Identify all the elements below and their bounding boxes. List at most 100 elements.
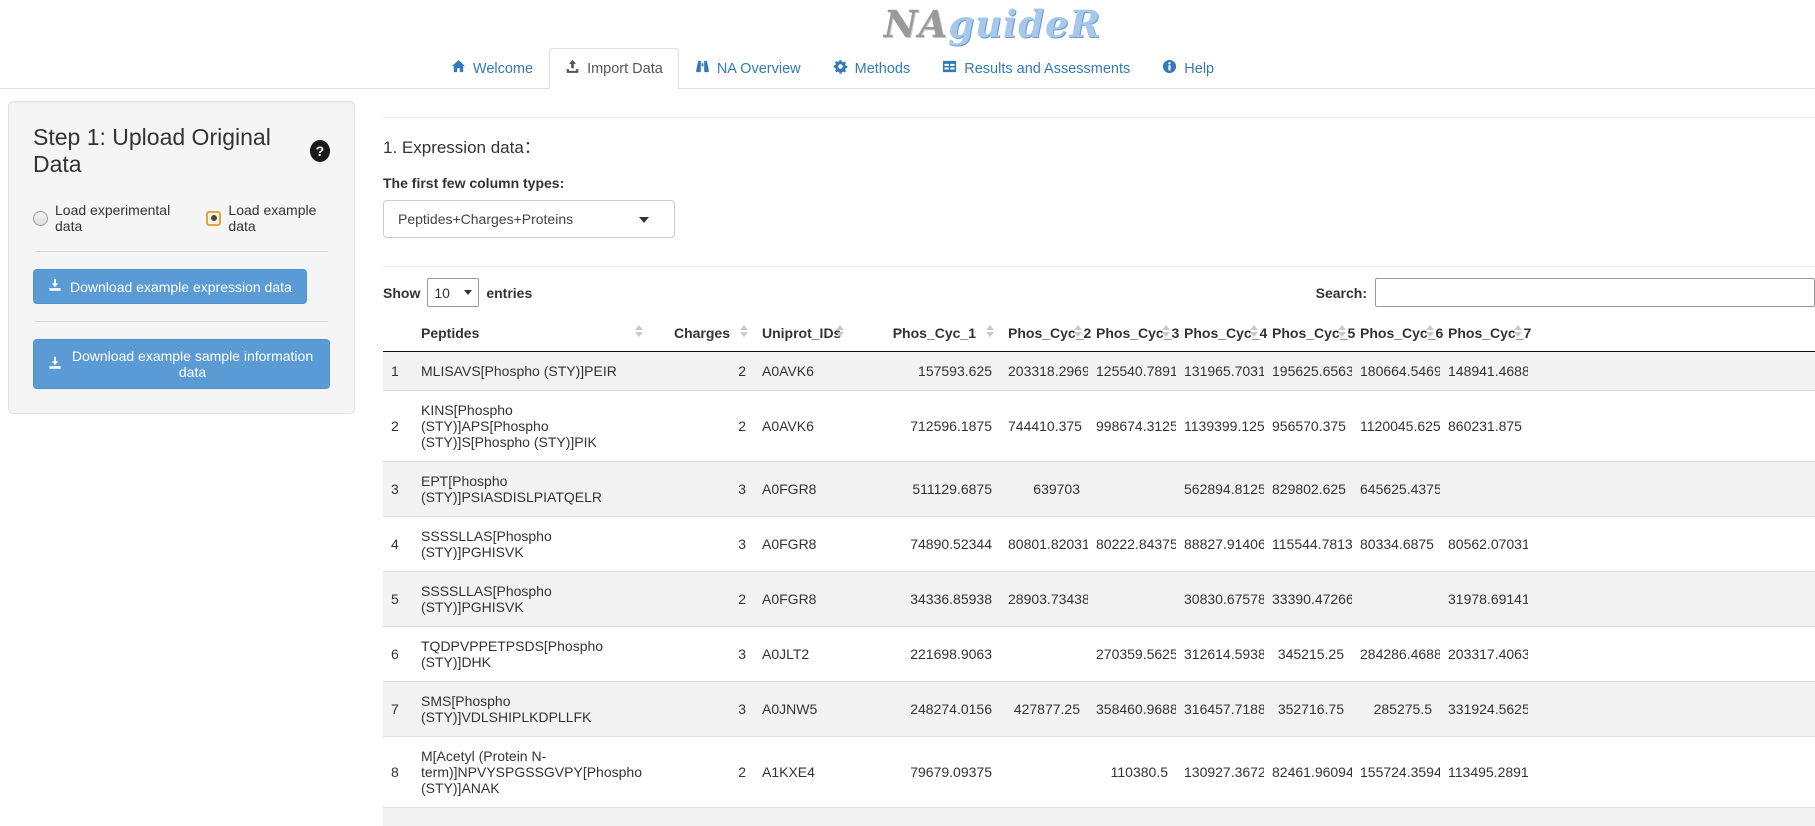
value-cell: 80334.6875 (1352, 517, 1440, 572)
value-cell: 195625.6563 (1264, 352, 1352, 391)
sort-arrows-icon[interactable] (635, 325, 643, 337)
column-header-charges[interactable]: Charges (649, 315, 754, 352)
table-header-row: PeptidesChargesUniprot_IDs Phos_Cyc_1 Phos… (383, 315, 1815, 352)
row-number-cell: 7 (383, 682, 413, 737)
value-cell (1088, 572, 1176, 627)
value-cell: 712596.1875 (850, 391, 1000, 462)
sidebar-divider (35, 321, 328, 322)
value-cell: 110380.5 (1088, 737, 1176, 808)
tab-na-overview[interactable]: NA Overview (679, 48, 817, 89)
tab-methods[interactable]: Methods (817, 48, 927, 89)
upload-icon (565, 59, 580, 78)
uniprot-cell: A0AVK6 (754, 352, 850, 391)
search-input[interactable] (1375, 278, 1815, 307)
column-header-label: Phos_Cyc_1 (893, 325, 976, 341)
radio-selected-icon[interactable] (206, 211, 221, 226)
sort-arrows-icon[interactable] (1162, 325, 1170, 337)
filler-cell (1528, 517, 1815, 572)
value-cell: 562894.8125 (1176, 462, 1264, 517)
sort-arrows-icon[interactable] (1514, 325, 1522, 337)
app-logo: NAguideR (884, 2, 1102, 46)
tab-label: Import Data (587, 61, 663, 77)
row-number-cell: 1 (383, 352, 413, 391)
peptide-cell: EPT[Phospho (STY)]PSIASDISLPIATQELR (413, 462, 649, 517)
tab-results-and-assessments[interactable]: Results and Assessments (926, 48, 1146, 89)
sort-arrows-icon[interactable] (740, 325, 748, 337)
column-header-phos_cyc_6[interactable]: Phos_Cyc_6 (1352, 315, 1440, 352)
radio-unselected-icon[interactable] (33, 211, 48, 226)
column-header-uniprot_ids[interactable]: Uniprot_IDs (754, 315, 850, 352)
uniprot-cell: A1KXE4 (754, 737, 850, 808)
value-cell: 998674.3125 (1088, 391, 1176, 462)
home-icon (451, 59, 466, 78)
radio-load-example-data[interactable]: Load example data (206, 202, 330, 234)
tab-label: Welcome (473, 61, 533, 77)
sort-arrows-icon[interactable] (986, 325, 994, 337)
sort-arrows-icon[interactable] (1426, 325, 1434, 337)
column-types-selected-value: Peptides+Charges+Proteins (398, 211, 573, 227)
sort-arrows-icon[interactable] (1338, 325, 1346, 337)
uniprot-cell: A0AVK6 (754, 391, 850, 462)
table-row[interactable]: 1MLISAVS[Phospho (STY)]PEIR2A0AVK6157593… (383, 352, 1815, 391)
tab-welcome[interactable]: Welcome (435, 48, 549, 89)
value-cell: 645625.4375 (1352, 462, 1440, 517)
charge-cell: 2 (649, 737, 754, 808)
tab-label: Help (1184, 61, 1214, 77)
value-cell: 427877.25 (1000, 682, 1088, 737)
page-content: Step 1: Upload Original Data ? Load expe… (0, 89, 1815, 826)
table-row[interactable]: 7SMS[Phospho (STY)]VDLSHIPLKDPLLFK3A0JNW… (383, 682, 1815, 737)
sort-arrows-icon[interactable] (836, 325, 844, 337)
table-row[interactable]: 4SSSSLLAS[Phospho (STY)]PGHISVK3A0FGR874… (383, 517, 1815, 572)
table-row[interactable]: 5SSSSLLAS[Phospho (STY)]PGHISVK2A0FGR834… (383, 572, 1815, 627)
column-types-select[interactable]: Peptides+Charges+Proteins (383, 200, 675, 238)
charge-cell: 3 (649, 462, 754, 517)
value-cell: 79679.09375 (850, 737, 1000, 808)
row-number-cell: 2 (383, 391, 413, 462)
value-cell: 157593.625 (850, 352, 1000, 391)
partial-row-cell (383, 808, 1815, 826)
table-row[interactable]: 6TQDPVPPETPSDS[Phospho (STY)]DHK3A0JLT22… (383, 627, 1815, 682)
value-cell: 28903.73438 (1000, 572, 1088, 627)
column-header-phos_cyc_2[interactable]: Phos_Cyc_2 (1000, 315, 1088, 352)
question-circle-icon[interactable]: ? (310, 140, 330, 162)
download-sample-info-button[interactable]: Download example sample information data (33, 339, 330, 389)
value-cell: 125540.7891 (1088, 352, 1176, 391)
sort-arrows-icon[interactable] (1250, 325, 1258, 337)
value-cell: 74890.52344 (850, 517, 1000, 572)
uniprot-cell: A0FGR8 (754, 572, 850, 627)
column-header-phos_cyc_5[interactable]: Phos_Cyc_5 (1264, 315, 1352, 352)
tab-import-data[interactable]: Import Data (549, 48, 679, 89)
column-header-phos_cyc_7[interactable]: Phos_Cyc_7 (1440, 315, 1528, 352)
sort-arrows-icon[interactable] (1074, 325, 1082, 337)
filler-cell (1528, 391, 1815, 462)
table-row[interactable]: 2KINS[Phospho (STY)]APS[Phospho (STY)]S[… (383, 391, 1815, 462)
radio-load-experimental-data[interactable]: Load experimental data (33, 202, 180, 234)
import-data-main: 1. Expression data： The first few column… (383, 89, 1815, 826)
entries-select[interactable]: 10 (427, 278, 479, 307)
column-header-phos_cyc_4[interactable]: Phos_Cyc_4 (1176, 315, 1264, 352)
uniprot-cell: A0JNW5 (754, 682, 850, 737)
value-cell: 203318.2969 (1000, 352, 1088, 391)
value-cell: 248274.0156 (850, 682, 1000, 737)
value-cell: 34336.85938 (850, 572, 1000, 627)
tab-label: Results and Assessments (964, 61, 1130, 77)
column-header-phos_cyc_3[interactable]: Phos_Cyc_3 (1088, 315, 1176, 352)
charge-cell: 3 (649, 682, 754, 737)
sidebar-divider (35, 251, 328, 252)
value-cell: 345215.25 (1264, 627, 1352, 682)
entries-length-control: Show 10 entries (383, 278, 532, 307)
peptide-cell: SSSSLLAS[Phospho (STY)]PGHISVK (413, 517, 649, 572)
value-cell: 1139399.125 (1176, 391, 1264, 462)
download-expression-button[interactable]: Download example expression data (33, 269, 307, 304)
value-cell (1440, 462, 1528, 517)
tab-help[interactable]: Help (1146, 48, 1230, 89)
filler-cell (1528, 352, 1815, 391)
peptide-cell: SMS[Phospho (STY)]VDLSHIPLKDPLLFK (413, 682, 649, 737)
entries-selected-value: 10 (434, 285, 450, 301)
column-header-phos_cyc_1[interactable]: Phos_Cyc_1 (850, 315, 1000, 352)
table-row[interactable]: 3EPT[Phospho (STY)]PSIASDISLPIATQELR3A0F… (383, 462, 1815, 517)
table-row[interactable]: 8M[Acetyl (Protein N-term)]NPVYSPGSSGVPY… (383, 737, 1815, 808)
column-header-peptides[interactable]: Peptides (413, 315, 649, 352)
peptide-cell: M[Acetyl (Protein N-term)]NPVYSPGSSGVPY[… (413, 737, 649, 808)
charge-cell: 2 (649, 352, 754, 391)
